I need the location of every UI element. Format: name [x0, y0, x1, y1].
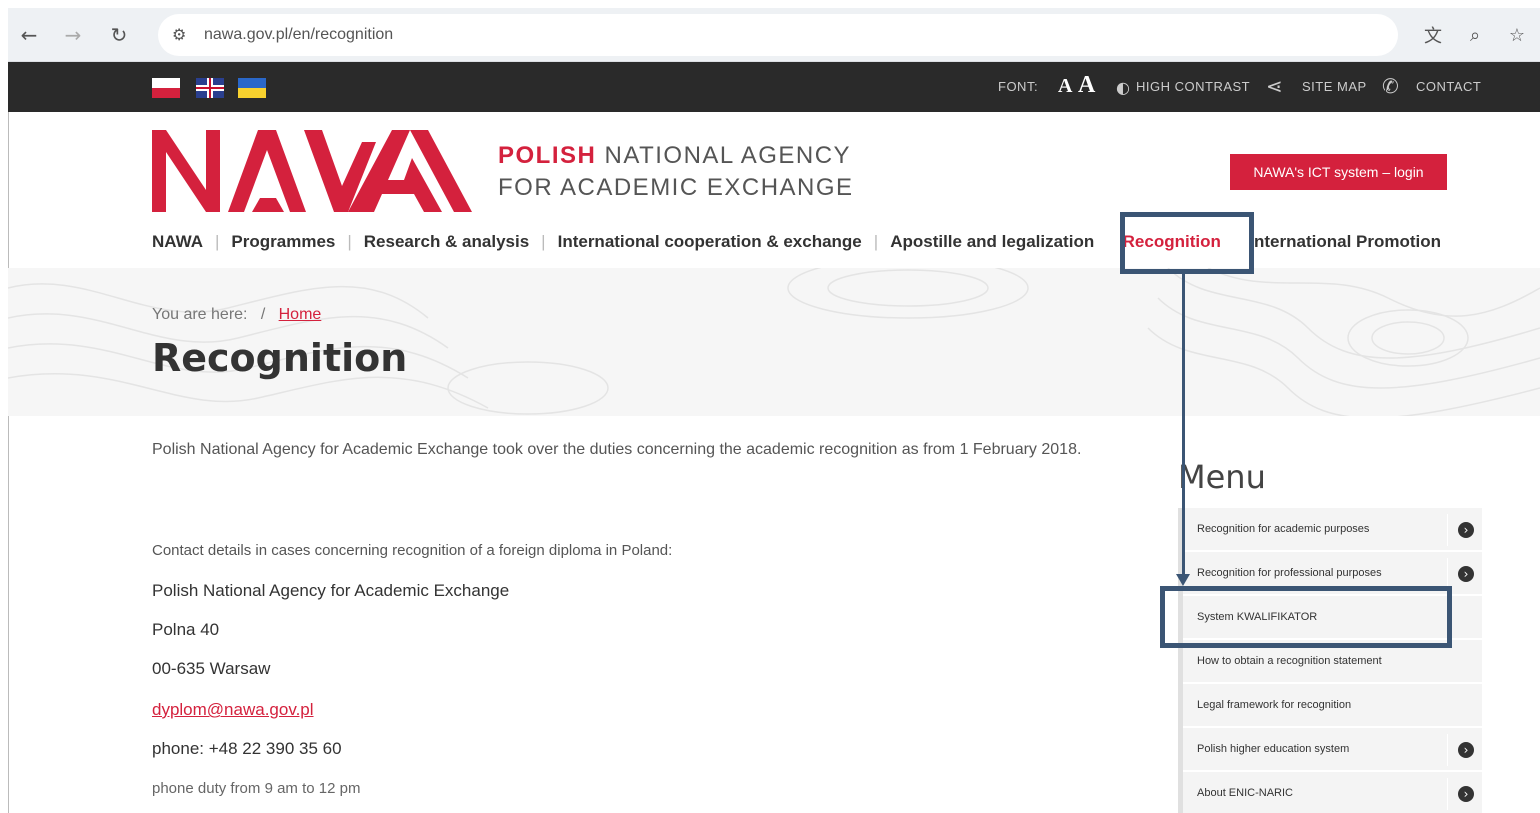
contact-email-link[interactable]: dyplom@nawa.gov.pl: [152, 700, 314, 720]
menu-item-label: How to obtain a recognition statement: [1197, 655, 1382, 667]
breadcrumb-label: You are here:: [152, 306, 248, 323]
url-text[interactable]: nawa.gov.pl/en/recognition: [204, 26, 393, 44]
side-menu: Recognition for academic purposes › Reco…: [1178, 508, 1482, 813]
agency-name-bold: POLISH: [498, 142, 597, 169]
menu-item-legal[interactable]: Legal framework for recognition: [1183, 684, 1482, 728]
menu-item-label: Recognition for professional purposes: [1197, 567, 1382, 579]
annotation-box-kwalifikator: [1160, 586, 1452, 648]
expand-icon[interactable]: ›: [1458, 786, 1474, 802]
menu-item-label: About ENIC-NARIC: [1197, 787, 1293, 799]
breadcrumb-home-link[interactable]: Home: [279, 306, 322, 323]
side-menu-title: Menu: [1178, 458, 1266, 496]
reload-button[interactable]: ↻: [106, 22, 132, 48]
font-large-button[interactable]: A: [1078, 72, 1095, 99]
contact-org: Polish National Agency for Academic Exch…: [152, 581, 510, 600]
menu-item-academic[interactable]: Recognition for academic purposes ›: [1183, 508, 1482, 552]
forward-button[interactable]: →: [60, 22, 86, 48]
back-button[interactable]: ←: [16, 22, 42, 48]
site-map-link[interactable]: SITE MAP: [1302, 79, 1367, 94]
polish-flag-icon[interactable]: [152, 78, 180, 98]
site-settings-icon[interactable]: ⚙: [172, 25, 186, 44]
bookmark-star-icon[interactable]: ☆: [1504, 22, 1530, 48]
expand-icon[interactable]: ›: [1458, 566, 1474, 582]
font-label: FONT:: [998, 79, 1039, 94]
arrow-left-icon: ←: [20, 23, 38, 47]
nav-item-research[interactable]: Research & analysis: [364, 232, 529, 252]
share-icon: ⋖: [1266, 74, 1283, 98]
expand-icon[interactable]: ›: [1458, 522, 1474, 538]
breadcrumb-separator: /: [260, 306, 266, 323]
zoom-icon[interactable]: ⌕: [1462, 22, 1488, 48]
intro-paragraph: Polish National Agency for Academic Exch…: [152, 441, 1082, 458]
contact-phone: phone: +48 22 390 35 60: [152, 739, 342, 758]
agency-name-line2: FOR ACADEMIC EXCHANGE: [498, 174, 854, 201]
nav-item-apostille[interactable]: Apostille and legalization: [890, 232, 1094, 252]
page-title: Recognition: [152, 336, 408, 380]
translate-icon[interactable]: 文: [1420, 22, 1446, 48]
contact-street: Polna 40: [152, 620, 220, 639]
annotation-box-recognition: [1120, 212, 1254, 274]
expand-icon[interactable]: ›: [1458, 742, 1474, 758]
nav-item-nawa[interactable]: NAWA: [152, 232, 203, 252]
ict-login-button[interactable]: NAWA's ICT system – login: [1230, 154, 1447, 190]
address-bar[interactable]: ⚙ nawa.gov.pl/en/recognition: [158, 14, 1398, 56]
arrow-right-icon: →: [64, 23, 82, 47]
menu-item-label: Legal framework for recognition: [1197, 699, 1352, 711]
contact-lead-text: Contact details in cases concerning reco…: [152, 542, 673, 559]
menu-item-label: Polish higher education system: [1197, 743, 1350, 755]
annotation-arrow-head: [1176, 574, 1190, 586]
font-small-button[interactable]: A: [1058, 75, 1072, 98]
reload-icon: ↻: [110, 23, 128, 47]
uk-flag-icon[interactable]: [196, 78, 224, 98]
nawa-logo[interactable]: [152, 128, 472, 214]
contact-link[interactable]: CONTACT: [1416, 79, 1481, 94]
ukraine-flag-icon[interactable]: [238, 78, 266, 98]
annotation-arrow-line: [1182, 272, 1185, 576]
agency-name-rest: NATIONAL AGENCY: [596, 142, 852, 169]
phone-icon: ✆: [1382, 74, 1399, 98]
menu-item-higher-ed[interactable]: Polish higher education system ›: [1183, 728, 1482, 772]
browser-toolbar: ← → ↻ ⚙ nawa.gov.pl/en/recognition 文 ⌕ ☆: [8, 8, 1540, 62]
high-contrast-link[interactable]: HIGH CONTRAST: [1136, 79, 1250, 94]
utility-bar: FONT: A A ◐ HIGH CONTRAST ⋖ SITE MAP ✆ C…: [8, 62, 1540, 112]
breadcrumb: You are here: / Home: [152, 306, 321, 324]
contrast-icon: ◐: [1116, 78, 1130, 97]
contact-phone-duty: phone duty from 9 am to 12 pm: [152, 780, 361, 797]
nav-item-cooperation[interactable]: International cooperation & exchange: [558, 232, 862, 252]
nav-item-programmes[interactable]: Programmes: [231, 232, 335, 252]
contact-city: 00-635 Warsaw: [152, 659, 271, 678]
nav-item-promotion[interactable]: International Promotion: [1249, 232, 1441, 252]
agency-name-line1: POLISH NATIONAL AGENCY: [498, 142, 851, 170]
menu-item-enic-naric[interactable]: About ENIC-NARIC ›: [1183, 772, 1482, 813]
menu-item-label: Recognition for academic purposes: [1197, 523, 1370, 535]
